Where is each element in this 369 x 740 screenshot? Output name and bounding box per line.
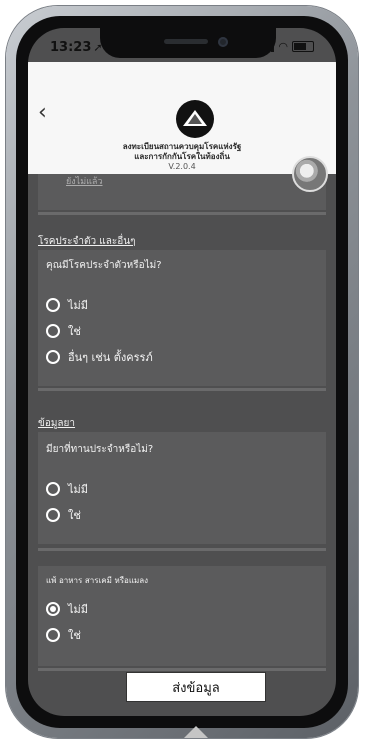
previous-panel: ยังไม่แล้ว (38, 174, 326, 210)
battery-icon (292, 41, 314, 52)
option-label: ไม่มี (68, 603, 89, 616)
speaker-grille (164, 39, 208, 44)
status-time: 13:23 ➚ (50, 40, 103, 55)
org-logo (176, 100, 214, 138)
form-content: ยังไม่แล้ว โรคประจำตัว และอื่นๆ คุณมีโรค… (28, 174, 336, 716)
radio-button[interactable] (46, 508, 60, 522)
radio-button-selected[interactable] (46, 602, 60, 616)
section-divider (38, 668, 326, 671)
app-version: V.2.0.4 (168, 162, 196, 171)
camera-icon (218, 37, 228, 47)
radio-button[interactable] (46, 482, 60, 496)
app-header: ‹ ลงทะเบียนสถานควบคุมโรคแห่งรัฐ และการกั… (28, 62, 336, 192)
submit-button[interactable]: ส่งข้อมูล (126, 672, 266, 702)
option-allergy-yes[interactable]: ใช่ (46, 626, 81, 644)
section-divider (38, 212, 326, 215)
notch (100, 28, 276, 58)
radio-button[interactable] (46, 324, 60, 338)
phone-frame: 13:23 ➚ ◠ ‹ ลงทะเบียนสถานควบคุมโรคแห่งรัฐ… (6, 6, 358, 738)
radio-button[interactable] (46, 298, 60, 312)
option-medicine-yes[interactable]: ใช่ (46, 506, 81, 524)
option-disease-other[interactable]: อื่นๆ เช่น ตั้งครรภ์ (46, 348, 153, 366)
option-label: อื่นๆ เช่น ตั้งครรภ์ (68, 351, 153, 364)
option-label: ไม่มี (68, 299, 89, 312)
wifi-icon: ◠ (278, 40, 288, 53)
section-title-allergy: แพ้ อาหาร สารเคมี หรือแมลง (46, 576, 149, 585)
section-title-disease: โรคประจำตัว และอื่นๆ (38, 236, 136, 247)
app-screen: 13:23 ➚ ◠ ‹ ลงทะเบียนสถานควบคุมโรคแห่งรัฐ… (28, 28, 336, 716)
question-disease: คุณมีโรคประจำตัวหรือไม่? (46, 260, 162, 271)
back-chevron-icon[interactable]: ‹ (38, 100, 47, 125)
phone-bezel: 13:23 ➚ ◠ ‹ ลงทะเบียนสถานควบคุมโรคแห่งรัฐ… (16, 16, 348, 728)
logo-mountain-inner (188, 114, 202, 124)
option-label: ใช่ (68, 509, 81, 522)
previous-link[interactable]: ยังไม่แล้ว (66, 174, 103, 188)
radio-button[interactable] (46, 628, 60, 642)
option-medicine-none[interactable]: ไม่มี (46, 480, 88, 498)
question-medicine: มียาที่ทานประจำหรือไม่? (46, 444, 154, 455)
app-title-line1: ลงทะเบียนสถานควบคุมโรคแห่งรัฐ (122, 142, 242, 151)
app-title: ลงทะเบียนสถานควบคุมโรคแห่งรัฐ และการกักก… (88, 142, 276, 172)
option-disease-none[interactable]: ไม่มี (46, 296, 88, 314)
option-label: ใช่ (68, 325, 81, 338)
radio-button[interactable] (46, 350, 60, 364)
time-text: 13:23 (50, 40, 92, 55)
app-title-line2: และการกักกันโรคในท้องถิ่น (134, 152, 230, 161)
option-disease-yes[interactable]: ใช่ (46, 322, 81, 340)
option-label: ใช่ (68, 629, 81, 642)
avatar[interactable] (292, 156, 328, 192)
section-divider (38, 388, 326, 391)
section-title-medicine: ข้อมูลยา (38, 418, 76, 429)
option-allergy-none[interactable]: ไม่มี (46, 600, 88, 618)
scroll-indicator-icon (184, 726, 208, 738)
option-label: ไม่มี (68, 483, 89, 496)
section-divider (38, 548, 326, 551)
